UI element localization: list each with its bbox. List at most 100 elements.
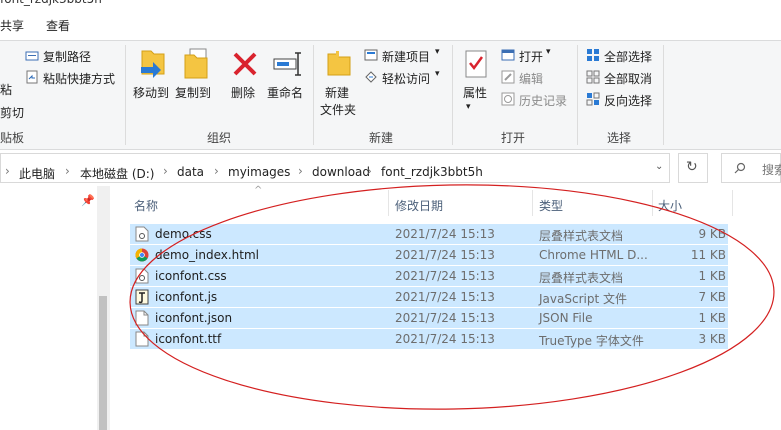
- clipboard-group-label: 贴板: [0, 131, 25, 145]
- file-modified: 2021/7/24 15:13: [395, 290, 495, 304]
- file-modified: 2021/7/24 15:13: [395, 332, 495, 346]
- refresh-button[interactable]: ↻: [678, 153, 708, 183]
- copy-to-icon: [184, 48, 208, 79]
- move-to-button[interactable]: 移动到: [133, 84, 169, 101]
- new-folder-line1[interactable]: 新建: [325, 84, 349, 101]
- rename-icon: [273, 52, 301, 76]
- easy-access-button[interactable]: 轻松访问: [382, 70, 430, 87]
- group-divider: [577, 45, 578, 145]
- file-name: demo_index.html: [155, 248, 260, 262]
- file-type: 层叠样式表文档: [539, 271, 624, 285]
- history-button[interactable]: 历史记录: [519, 92, 567, 109]
- ribbon-tab-bar: 共享 查看: [0, 8, 781, 40]
- select-all-button[interactable]: 全部选择: [604, 48, 652, 65]
- tab-share[interactable]: 共享: [0, 17, 24, 34]
- cut-label-fragment[interactable]: 剪切: [0, 104, 24, 121]
- breadcrumb-this-pc[interactable]: 此电脑: [19, 165, 55, 182]
- table-row[interactable]: demo.css 2021/7/24 15:13 层叠样式表文档 9 KB: [130, 224, 728, 244]
- file-type: JSON File: [539, 311, 593, 325]
- column-divider[interactable]: [532, 190, 533, 216]
- search-box[interactable]: 搜索: [721, 153, 781, 183]
- tab-view[interactable]: 查看: [46, 17, 70, 34]
- paste-shortcut-icon: [26, 70, 38, 84]
- breadcrumb-drive-d[interactable]: 本地磁盘 (D:): [80, 165, 154, 182]
- breadcrumb-current-folder[interactable]: font_rzdjk3bbt5h: [381, 165, 483, 179]
- chevron-right-icon: ›: [214, 164, 219, 178]
- file-name: demo.css: [155, 227, 212, 241]
- file-type: Chrome HTML D...: [539, 248, 648, 262]
- file-name: iconfont.css: [155, 269, 227, 283]
- table-row[interactable]: iconfont.json 2021/7/24 15:13 JSON File …: [130, 308, 728, 328]
- column-header-modified[interactable]: 修改日期: [395, 197, 443, 214]
- chevron-down-icon[interactable]: ▾: [546, 47, 551, 57]
- breadcrumb-download[interactable]: download: [312, 165, 370, 179]
- invert-selection-button[interactable]: 反向选择: [604, 92, 652, 109]
- chevron-down-icon[interactable]: ⌄: [655, 161, 663, 172]
- chevron-right-icon: ›: [65, 164, 70, 178]
- column-divider[interactable]: [388, 190, 389, 216]
- file-size: 1 KB: [698, 311, 726, 325]
- history-icon: [501, 92, 515, 106]
- select-none-button[interactable]: 全部取消: [604, 70, 652, 87]
- address-bar-row: › 此电脑 › 本地磁盘 (D:) › data › myimages › do…: [0, 150, 781, 186]
- new-folder-line2[interactable]: 文件夹: [320, 101, 356, 118]
- file-name: iconfont.ttf: [155, 332, 222, 346]
- css-file-icon: [135, 226, 149, 242]
- file-name: iconfont.json: [155, 311, 233, 325]
- table-row[interactable]: demo_index.html 2021/7/24 15:13 Chrome H…: [130, 245, 728, 265]
- copy-path-button[interactable]: 复制路径: [43, 48, 91, 65]
- paste-shortcut-button[interactable]: 粘贴快捷方式: [43, 70, 115, 87]
- group-divider: [125, 45, 126, 145]
- breadcrumb-myimages[interactable]: myimages: [228, 165, 290, 179]
- file-type: 层叠样式表文档: [539, 229, 624, 243]
- file-modified: 2021/7/24 15:13: [395, 227, 495, 241]
- refresh-icon: ↻: [686, 159, 698, 175]
- paste-label-fragment[interactable]: 粘: [0, 81, 12, 98]
- copy-to-button[interactable]: 复制到: [175, 84, 211, 101]
- copy-path-icon: [25, 51, 39, 61]
- open-icon: [501, 49, 515, 61]
- select-group-label: 选择: [607, 131, 632, 145]
- column-header-type[interactable]: 类型: [539, 197, 563, 214]
- address-bar[interactable]: › 此电脑 › 本地磁盘 (D:) › data › myimages › do…: [0, 153, 670, 183]
- open-button[interactable]: 打开: [519, 48, 543, 65]
- delete-icon: [233, 52, 257, 76]
- properties-button[interactable]: 属性: [463, 84, 487, 101]
- select-none-icon: [586, 70, 600, 84]
- chevron-down-icon[interactable]: ▾: [435, 47, 440, 57]
- delete-button[interactable]: 删除: [231, 84, 255, 101]
- css-file-icon: [135, 268, 149, 284]
- ribbon: 粘 剪切 复制路径 粘贴快捷方式 贴板 移动到 复制到 删除 重命名 组织 新建…: [0, 40, 781, 150]
- pin-icon[interactable]: 📌: [81, 194, 95, 207]
- nav-scrollbar[interactable]: [97, 186, 110, 430]
- table-row[interactable]: iconfont.js 2021/7/24 15:13 JavaScript 文…: [130, 287, 728, 307]
- group-divider: [452, 45, 453, 145]
- column-header-size[interactable]: 大小: [658, 197, 682, 214]
- chrome-html-icon: [135, 248, 149, 262]
- invert-selection-icon: [586, 92, 600, 106]
- chevron-down-icon[interactable]: ▾: [466, 102, 471, 112]
- column-header-name[interactable]: 名称: [134, 197, 158, 214]
- window-title: font_rzdjk3bbt5h: [0, 0, 781, 8]
- column-divider[interactable]: [732, 190, 733, 216]
- file-modified: 2021/7/24 15:13: [395, 269, 495, 283]
- navigation-pane: 📌: [0, 186, 110, 430]
- breadcrumb-data[interactable]: data: [177, 165, 204, 179]
- chevron-down-icon[interactable]: ▾: [435, 69, 440, 79]
- group-divider: [663, 45, 664, 145]
- move-to-icon: [141, 50, 165, 78]
- font-file-icon: [135, 331, 149, 347]
- column-divider[interactable]: [652, 190, 653, 216]
- new-item-button[interactable]: 新建项目: [382, 48, 430, 65]
- sort-ascending-icon: ^: [254, 185, 263, 196]
- nav-scrollbar-thumb[interactable]: [99, 296, 107, 430]
- file-size: 1 KB: [698, 269, 726, 283]
- new-folder-icon: [327, 51, 351, 76]
- rename-button[interactable]: 重命名: [267, 84, 303, 101]
- file-size: 11 KB: [690, 248, 726, 262]
- table-row[interactable]: iconfont.css 2021/7/24 15:13 层叠样式表文档 1 K…: [130, 266, 728, 286]
- edit-icon: [501, 70, 515, 84]
- edit-button[interactable]: 编辑: [519, 70, 543, 87]
- table-row[interactable]: iconfont.ttf 2021/7/24 15:13 TrueType 字体…: [130, 329, 728, 349]
- file-list: ^ 名称 修改日期 类型 大小 demo.css 2021/7/24 15:13…: [126, 185, 781, 430]
